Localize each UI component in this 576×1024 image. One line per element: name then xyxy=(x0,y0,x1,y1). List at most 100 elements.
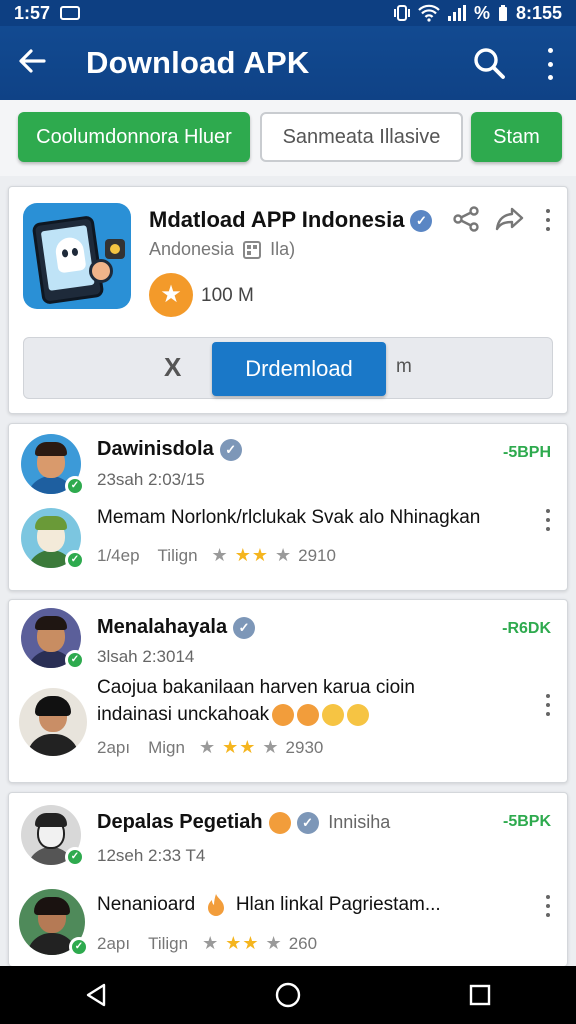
wifi-icon xyxy=(418,4,440,22)
review-username: Depalas Pegetiah ✓ Innisiha xyxy=(97,811,390,834)
review-card[interactable]: ✓ Dawinisdola ✓ 23sah 2:03/15 -5BPH ✓ Mem… xyxy=(8,423,568,591)
review-count: 2910 xyxy=(298,545,336,565)
more-vert-icon[interactable] xyxy=(536,48,564,80)
status-clock-right: 8:155 xyxy=(515,2,562,23)
grid-icon xyxy=(243,241,262,260)
nav-back-button[interactable] xyxy=(76,975,116,1015)
review-tag: -5BPH xyxy=(502,444,551,461)
review-more-icon[interactable] xyxy=(544,509,552,531)
avatar: ✓ xyxy=(21,434,85,496)
nav-home-button[interactable] xyxy=(268,975,308,1015)
verified-icon: ✓ xyxy=(296,811,319,834)
chip-start[interactable]: Stam xyxy=(471,112,562,162)
star-rating: ★ ★★ ★ xyxy=(198,737,280,757)
download-bar: X Drdemload m xyxy=(23,337,553,399)
review-username: Menalahayala ✓ xyxy=(97,616,256,639)
filter-chips: Coolumdonnora Hluer Sanmeata Illasive St… xyxy=(0,100,576,176)
review-label: Mign xyxy=(148,737,185,757)
download-count: 100 M xyxy=(201,285,254,306)
verified-icon: ✓ xyxy=(410,210,433,233)
review-more-icon[interactable] xyxy=(544,694,552,716)
review-text-line-2: Hlan linkal Pagriestam... xyxy=(235,894,441,915)
app-bar: Download APK xyxy=(0,26,576,100)
app-subtitle-tail: Ila) xyxy=(270,239,296,259)
review-username-text: Menalahayala xyxy=(97,616,228,638)
star-rating: ★ ★★ ★ xyxy=(202,933,283,953)
review-text: Memam Norlonk/rlclukak Svak alo Nhinagka… xyxy=(97,507,481,528)
fire-icon xyxy=(207,893,224,916)
status-bar: 1:57 % 8:155 xyxy=(0,0,576,26)
online-badge-icon: ✓ xyxy=(69,937,89,957)
review-text-line: Nenanioard xyxy=(97,894,196,915)
status-right: % 8:155 xyxy=(393,2,562,24)
avatar: ✓ xyxy=(19,889,89,957)
review-date: 1/4ep xyxy=(97,545,140,565)
forward-icon[interactable] xyxy=(495,205,525,233)
avatar: ✓ xyxy=(21,805,85,867)
review-meta: 2apı Mign ★ ★★ ★ 2930 xyxy=(97,737,323,758)
cancel-icon[interactable]: X xyxy=(164,352,181,383)
review-count: 260 xyxy=(288,933,318,953)
system-nav-bar xyxy=(0,966,576,1024)
battery-icon xyxy=(498,5,507,21)
online-badge-icon: ✓ xyxy=(65,550,85,570)
search-button[interactable] xyxy=(472,46,506,80)
review-text-line-2-text: indainasi unckahoak xyxy=(97,704,270,725)
review-text-line: Caojua bakanilaan harven karua cioin xyxy=(97,677,415,698)
online-badge-icon: ✓ xyxy=(65,476,85,496)
nav-home-icon xyxy=(275,982,301,1008)
mini-avatar xyxy=(89,259,113,283)
online-badge-icon: ✓ xyxy=(65,650,85,670)
verified-icon: ✓ xyxy=(233,616,256,639)
coin-icon xyxy=(105,239,125,259)
review-card[interactable]: ✓ Menalahayala ✓ 3lsah 2:3014 -R6DK Caoju… xyxy=(8,599,568,783)
review-count: 2930 xyxy=(285,737,324,757)
emoji-icon xyxy=(347,703,370,726)
nav-back-icon xyxy=(86,983,106,1007)
avatar: ✓ xyxy=(21,508,85,570)
app-subtitle-text: Andonesia xyxy=(149,239,235,259)
review-date: 2apı xyxy=(97,737,131,757)
review-label: Tilign xyxy=(148,933,189,953)
app-title: Mdatload APP Indonesia ✓ xyxy=(149,207,433,233)
nav-recents-button[interactable] xyxy=(460,975,500,1015)
emoji-icon xyxy=(268,811,291,834)
emoji-icon xyxy=(297,703,320,726)
review-tag: -5BPK xyxy=(502,813,551,830)
review-time: 12seh 2:33 T4 xyxy=(97,846,206,865)
verified-icon: ✓ xyxy=(219,438,242,461)
chip-secondary[interactable]: Sanmeata Illasive xyxy=(260,112,463,162)
review-label: Tilign xyxy=(157,545,198,565)
review-username-text: Dawinisdola xyxy=(97,438,214,460)
battery-percent: % xyxy=(473,2,490,23)
share-icon[interactable] xyxy=(451,205,481,233)
notification-icon xyxy=(60,6,81,20)
back-arrow-icon xyxy=(19,49,46,73)
review-card[interactable]: ✓ Depalas Pegetiah ✓ Innisiha 12seh 2:33 … xyxy=(8,792,568,966)
star-rating: ★ ★★ ★ xyxy=(211,545,293,565)
app-more-icon[interactable] xyxy=(544,209,552,231)
chip-primary[interactable]: Coolumdonnora Hluer xyxy=(18,112,250,162)
review-text: Caojua bakanilaan harven karua cioin ind… xyxy=(97,674,415,728)
app-card: Mdatload APP Indonesia ✓ Andonesia Ila) ★… xyxy=(8,186,568,414)
review-username-text: Depalas Pegetiah xyxy=(97,811,263,833)
app-icon xyxy=(23,203,131,309)
app-title-text: Mdatload APP Indonesia xyxy=(149,207,405,232)
review-meta: 1/4ep Tilign ★ ★★ ★ 2910 xyxy=(97,545,336,566)
review-time: 23sah 2:03/15 xyxy=(97,470,205,489)
review-tag: -R6DK xyxy=(502,620,551,637)
download-button[interactable]: Drdemload xyxy=(212,342,386,396)
review-text-line-2: indainasi unckahoak xyxy=(97,701,415,728)
online-badge-icon: ✓ xyxy=(65,847,85,867)
avatar: ✓ xyxy=(21,608,85,670)
nav-recents-icon xyxy=(469,984,491,1006)
emoji-icon xyxy=(272,703,295,726)
review-more-icon[interactable] xyxy=(544,895,552,917)
back-button[interactable] xyxy=(0,47,64,79)
vibrate-icon xyxy=(393,5,410,21)
download-tail: m xyxy=(396,356,412,377)
app-subtitle: Andonesia Ila) xyxy=(149,239,295,260)
review-time: 3lsah 2:3014 xyxy=(97,647,195,666)
search-icon xyxy=(474,48,505,79)
signal-icon xyxy=(447,5,466,21)
